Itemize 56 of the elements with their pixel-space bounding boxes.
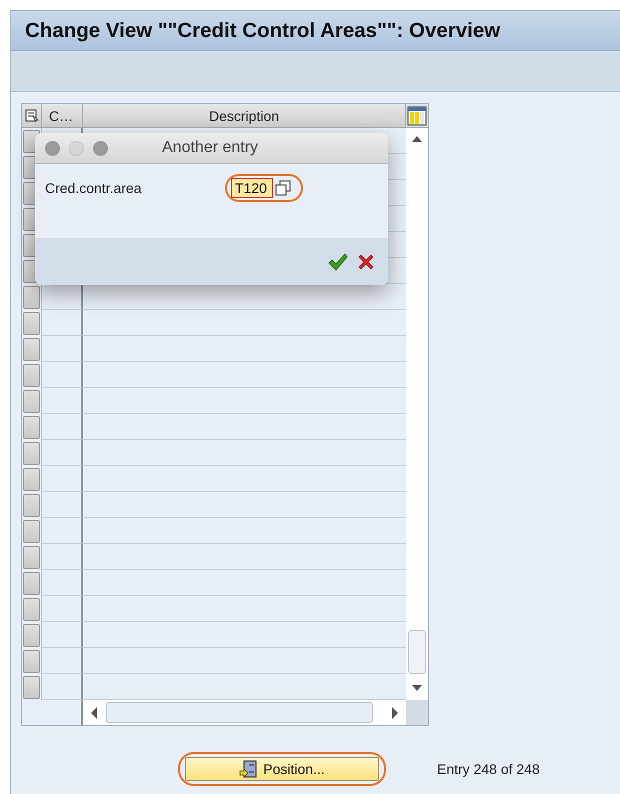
scroll-right-icon[interactable]: [391, 706, 399, 718]
row-selector[interactable]: [23, 676, 40, 698]
table-cell: [42, 570, 83, 596]
row-selector[interactable]: [23, 546, 40, 568]
table-cell: [42, 414, 83, 440]
table-cell: [42, 310, 83, 336]
table-cell: [42, 362, 83, 388]
table-settings-icon[interactable]: [407, 106, 427, 126]
table-cell: [42, 596, 83, 622]
row-selector[interactable]: [23, 572, 40, 594]
row-selector[interactable]: [23, 338, 40, 360]
position-icon: [239, 760, 258, 778]
window-control[interactable]: [45, 140, 60, 156]
table-cell: [42, 622, 83, 648]
dialog-title: Another entry: [162, 139, 258, 157]
window-title: Change View ""Credit Control Areas"": Overview: [25, 18, 500, 42]
scroll-thumb[interactable]: [106, 702, 373, 723]
scroll-down-icon[interactable]: [412, 684, 422, 692]
row-selector[interactable]: [23, 390, 40, 412]
vertical-scrollbar[interactable]: [406, 128, 428, 700]
column-select-icon[interactable]: [24, 108, 38, 122]
row-selector[interactable]: [23, 624, 40, 646]
table-cell: [42, 544, 83, 570]
search-help-icon[interactable]: [275, 180, 291, 196]
row-selector[interactable]: [23, 312, 40, 334]
table-cell: [42, 648, 83, 674]
row-selector[interactable]: [23, 494, 40, 516]
row-selector[interactable]: [23, 364, 40, 386]
table-cell: [42, 466, 83, 492]
window-control[interactable]: [69, 140, 84, 156]
row-selector[interactable]: [23, 286, 40, 308]
window-control[interactable]: [93, 140, 108, 156]
scrollbar-corner: [406, 700, 428, 725]
table-cell: [42, 388, 83, 414]
table-cell: [42, 518, 83, 544]
input-field[interactable]: T120: [231, 178, 273, 198]
field-label: Cred.contr.area: [45, 180, 142, 196]
row-selector[interactable]: [23, 598, 40, 620]
checkmark-icon[interactable]: [328, 252, 348, 270]
row-selector[interactable]: [23, 416, 40, 438]
entry-count: Entry 248 of 248: [437, 761, 540, 777]
scroll-thumb[interactable]: [408, 630, 426, 674]
horizontal-scrollbar[interactable]: [83, 700, 406, 725]
column-header[interactable]: Description: [83, 104, 406, 128]
scroll-up-icon[interactable]: [412, 135, 422, 143]
column-header[interactable]: C…: [42, 104, 83, 128]
cancel-icon[interactable]: [358, 254, 374, 270]
row-selector[interactable]: [23, 520, 40, 542]
table-cell: [42, 440, 83, 466]
row-selector[interactable]: [23, 650, 40, 672]
row-selector[interactable]: [23, 442, 40, 464]
table-cell: [42, 336, 83, 362]
scroll-left-icon[interactable]: [90, 706, 98, 718]
row-selector[interactable]: [23, 468, 40, 490]
position-button[interactable]: Position...: [185, 757, 379, 781]
table-cell: [42, 492, 83, 518]
